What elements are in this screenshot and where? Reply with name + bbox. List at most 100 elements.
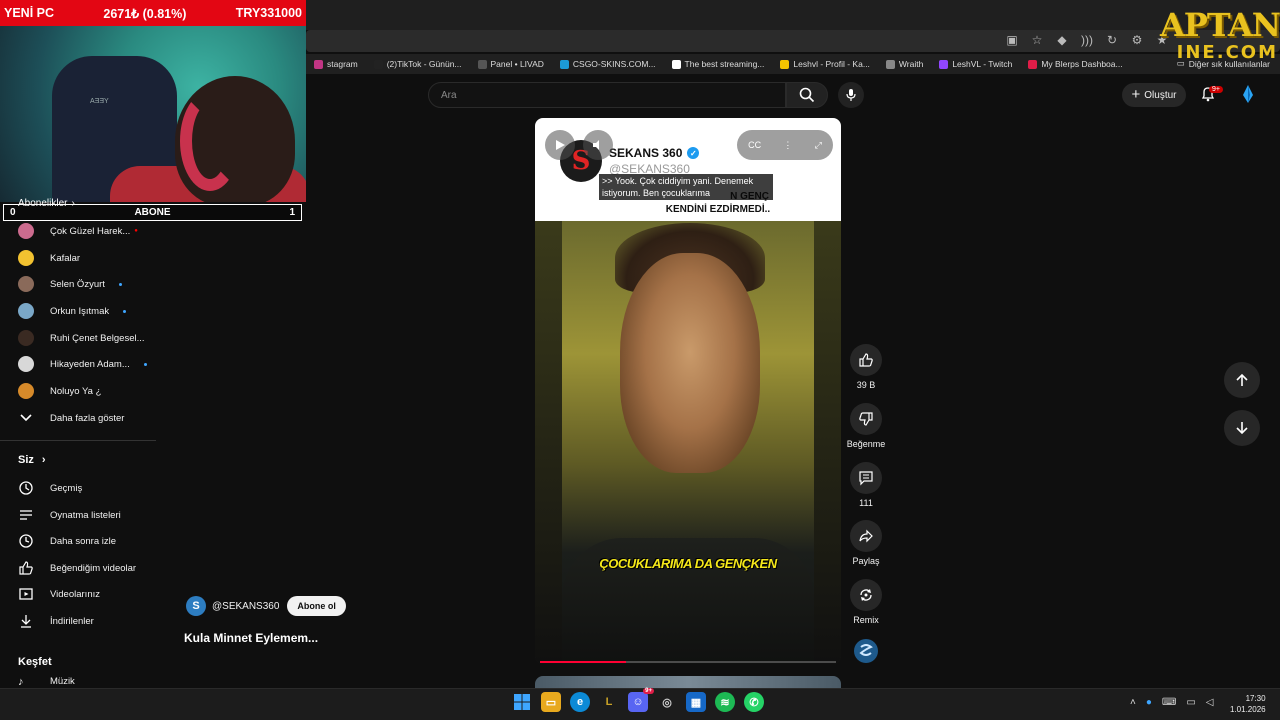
channel-avatar-action[interactable] xyxy=(848,638,884,664)
sidebar-item-subscription[interactable]: Noluyo Ya ¿ xyxy=(18,381,101,401)
owner-avatar[interactable]: S xyxy=(186,596,206,616)
bookmark-item[interactable]: Panel • LIVAD xyxy=(470,59,552,69)
channel-avatar xyxy=(18,250,34,266)
more-vert-icon[interactable]: ⋮ xyxy=(783,140,792,151)
windows-start-icon[interactable] xyxy=(512,692,532,712)
you-section-header[interactable]: Siz › xyxy=(18,454,46,466)
search-input[interactable]: Ara xyxy=(428,82,786,108)
sidebar-item-liked[interactable]: Beğendiğim videolar xyxy=(18,558,136,578)
bookmark-favicon-icon xyxy=(1028,59,1038,69)
sidebar-item-label: Daha sonra izle xyxy=(50,535,117,547)
sidebar-item-downloads[interactable]: İndirilenler xyxy=(18,611,94,631)
photos-app-icon[interactable]: ▦ xyxy=(686,692,706,712)
address-bar-icons: ▣ ☆ ◆ ))) ↻ ⚙ ★ xyxy=(1004,33,1170,47)
shorts-player[interactable]: S SEKANS 360 ✓ @SEKANS360 N GENÇ KENDİNİ… xyxy=(535,118,841,664)
share-button[interactable] xyxy=(850,520,882,552)
bookmark-item[interactable]: Leshvl - Profil - Ka... xyxy=(772,59,878,69)
bookmark-item[interactable]: LeshVL - Twitch xyxy=(931,59,1020,69)
dislike-action[interactable]: Beğenme xyxy=(847,403,885,449)
whatsapp-icon[interactable]: ✆ xyxy=(744,692,764,712)
show-more-button[interactable]: Daha fazla göster xyxy=(18,408,124,428)
previous-short-button[interactable] xyxy=(1224,362,1260,398)
file-explorer-icon[interactable]: ▭ xyxy=(541,692,561,712)
stream-logo-text-2: INE.COM xyxy=(1176,42,1278,63)
sidebar-item-watch-later[interactable]: Daha sonra izle xyxy=(18,531,116,551)
short-title[interactable]: Kula Minnet Eylemem... xyxy=(184,631,318,645)
dislike-button[interactable] xyxy=(850,403,882,435)
sidebar-item-subscription[interactable]: Selen Özyurt xyxy=(18,274,122,294)
bookmark-item[interactable]: My Blerps Dashboa... xyxy=(1020,59,1130,69)
like-button[interactable] xyxy=(850,344,882,376)
taskbar-clock[interactable]: 17:30 1.01.2026 xyxy=(1230,693,1266,715)
sidebar-item-label: İndirilenler xyxy=(50,615,94,627)
extensions-puzzle-icon[interactable]: ⚙ xyxy=(1129,33,1145,47)
discord-icon[interactable]: ☺ 9+ xyxy=(628,688,654,712)
bookmark-label: My Blerps Dashboa... xyxy=(1041,59,1123,69)
sidebar-item-subscription[interactable]: Ruhi Çenet Belgesel... xyxy=(18,328,145,348)
share-action[interactable]: Paylaş xyxy=(848,520,884,566)
remix-action[interactable]: Remix xyxy=(848,579,884,625)
favorite-star-icon[interactable]: ☆ xyxy=(1029,33,1045,47)
bookmark-item[interactable]: stagram xyxy=(306,59,366,69)
owner-handle[interactable]: @SEKANS360 xyxy=(212,601,279,612)
sidebar-item-label: Videolarınız xyxy=(50,588,100,600)
like-count: 39 B xyxy=(856,380,876,390)
bookmark-item[interactable]: The best streaming... xyxy=(664,59,773,69)
new-content-dot xyxy=(123,309,127,313)
captions-icon[interactable]: CC xyxy=(748,140,761,150)
sidebar-item-your-videos[interactable]: Videolarınız xyxy=(18,584,100,604)
comments-action[interactable]: 111 xyxy=(848,462,884,508)
account-avatar[interactable] xyxy=(1240,84,1256,104)
sidebar-item-subscription[interactable]: Çok Güzel Harek... ● xyxy=(18,221,138,241)
tray-keyboard-icon[interactable]: ⌨ xyxy=(1162,697,1176,708)
goal-label: ABONE xyxy=(134,207,171,218)
extension-icon[interactable]: ◆ xyxy=(1054,33,1070,47)
split-screen-icon[interactable]: ▣ xyxy=(1004,33,1020,47)
remix-button[interactable] xyxy=(850,579,882,611)
next-short-button[interactable] xyxy=(1224,410,1260,446)
edge-browser-icon[interactable]: e xyxy=(570,692,590,712)
league-client-icon[interactable]: L xyxy=(599,692,619,712)
bookmark-favicon-icon xyxy=(671,59,681,69)
play-button[interactable] xyxy=(545,130,575,160)
sidebar-item-subscription[interactable]: Kafalar xyxy=(18,248,80,268)
bookmark-favicon-icon xyxy=(373,59,383,69)
bookmarks-bar: stagram (2)TikTok - Günün... Panel • LIVAD… xyxy=(306,54,1280,74)
comments-button[interactable] xyxy=(850,462,882,494)
bookmark-item[interactable]: (2)TikTok - Günün... xyxy=(366,59,470,69)
subscribe-button[interactable]: Abone ol xyxy=(287,596,346,616)
voice-search-button[interactable] xyxy=(838,82,864,108)
sidebar-item-subscription[interactable]: Hikayeden Adam... xyxy=(18,354,147,374)
video-progress-fill xyxy=(540,661,626,663)
sidebar-item-history[interactable]: Geçmiş xyxy=(18,478,82,498)
sidebar-item-music[interactable]: ♪ Müzik xyxy=(18,676,75,688)
fullscreen-icon[interactable]: ⤢ xyxy=(815,140,822,151)
bookmark-favicon-icon xyxy=(885,59,895,69)
chevron-right-icon: › xyxy=(41,454,46,466)
sidebar-item-subscription[interactable]: Orkun Işıtmak xyxy=(18,301,127,321)
like-action[interactable]: 39 B xyxy=(848,344,884,390)
ticker-title: YENİ PC xyxy=(4,6,55,20)
subscriptions-header[interactable]: Abonelikler › xyxy=(18,198,75,209)
tray-volume-icon[interactable]: ◁ xyxy=(1206,697,1214,708)
play-icon xyxy=(556,140,565,150)
bookmark-item[interactable]: Wraith xyxy=(878,59,931,69)
search-button[interactable] xyxy=(786,82,828,108)
tray-chevron-up-icon[interactable]: ˄ xyxy=(1130,697,1136,708)
bookmark-label: The best streaming... xyxy=(684,59,765,69)
refresh-icon[interactable]: ↻ xyxy=(1104,33,1120,47)
video-channel-name: SEKANS 360 ✓ xyxy=(609,146,700,160)
sidebar-item-playlists[interactable]: Oynatma listeleri xyxy=(18,505,121,525)
volume-button[interactable] xyxy=(583,130,613,160)
playlists-icon xyxy=(20,510,32,520)
bookmark-item[interactable]: CSGO-SKINS.COM... xyxy=(552,59,664,69)
search-icon xyxy=(799,87,815,103)
tray-monitor-icon[interactable]: ▭ xyxy=(1186,697,1195,708)
share-icon xyxy=(859,529,873,543)
create-button[interactable]: + Oluştur xyxy=(1122,83,1186,107)
spotify-icon[interactable]: ≋ xyxy=(715,692,735,712)
obs-icon[interactable]: ◎ xyxy=(657,692,677,712)
video-progress-bar[interactable] xyxy=(540,661,836,663)
read-aloud-icon[interactable]: ))) xyxy=(1079,33,1095,47)
tray-mic-icon[interactable]: ● xyxy=(1146,697,1152,708)
